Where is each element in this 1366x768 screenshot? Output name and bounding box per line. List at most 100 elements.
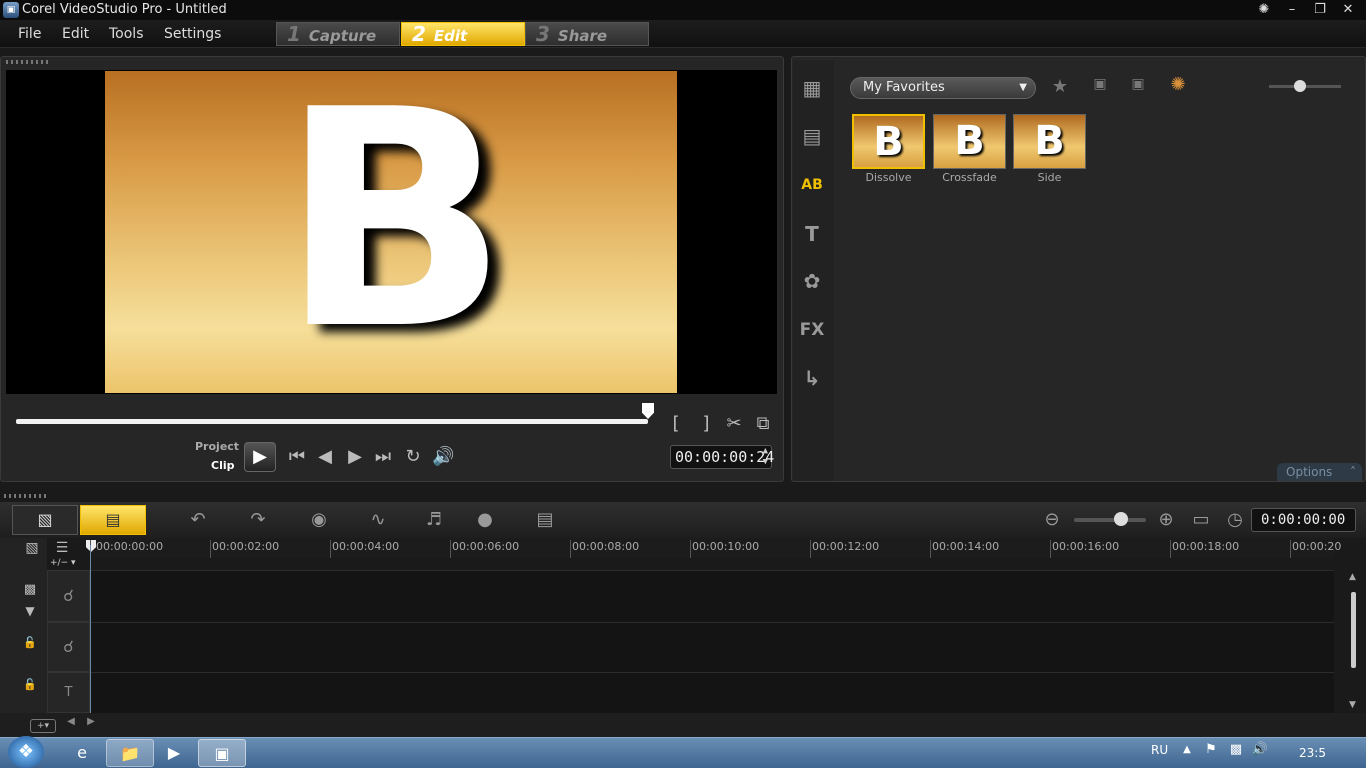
menu-edit[interactable]: Edit [62,20,89,48]
apply-current-icon[interactable]: ▣ [1124,76,1152,92]
overlay-track[interactable] [90,622,1334,672]
options-label: Options [1286,465,1333,479]
lock-icon[interactable]: 🔓 [18,636,42,649]
title-track[interactable] [90,672,1334,713]
timecode-spinner-icon[interactable]: ▲ ▼ [763,446,768,468]
menu-settings[interactable]: Settings [164,20,221,48]
ripple-dropdown-icon[interactable]: ▼ [18,604,42,618]
ripple-editing-icon[interactable]: ▩ [18,582,42,597]
language-indicator[interactable]: RU [1151,743,1168,757]
restore-button[interactable]: ❐ [1306,0,1334,20]
apply-random-icon[interactable]: ▣ [1086,76,1114,92]
minimize-button[interactable]: – [1278,0,1306,20]
ruler-tick [210,540,211,558]
home-icon[interactable]: ⏮ [286,446,308,467]
thumbnail-size-thumb[interactable] [1294,80,1306,92]
start-button[interactable]: ❖ [8,736,44,768]
motion-tracking-icon[interactable]: ● [469,505,501,535]
library-folder-select[interactable]: My Favorites ▼ [850,77,1036,99]
help-icon[interactable]: ✺ [1250,0,1278,20]
scroll-up-icon[interactable]: ▲ [1349,572,1356,582]
scroll-right-icon[interactable]: ▶ [84,716,98,727]
transition-thumb-crossfade[interactable]: B [933,114,1006,169]
instant-project-icon[interactable]: ▤ [798,122,826,150]
timecode-value: 00:00:00:24 [675,448,775,466]
enlarge-preview-icon[interactable]: ⧉ [752,413,774,434]
add-track-icon[interactable]: +▾ [30,719,56,733]
overlay-track-icon[interactable]: ☌ [47,622,90,672]
previous-frame-icon[interactable]: ◀ [314,446,336,467]
ruler-label: 00:00:06:00 [452,540,520,553]
browser-icon[interactable]: e [58,739,106,767]
network-icon[interactable]: ▩ [1226,742,1246,757]
fit-project-icon[interactable]: ▭ [1185,505,1217,535]
sound-mixer-icon[interactable]: ∿ [362,505,394,535]
panel-grip[interactable] [6,60,50,64]
video-track-icon[interactable]: ☌ [47,570,90,622]
mark-in-icon[interactable]: [ [668,413,684,434]
explorer-icon[interactable]: 📁 [106,739,154,767]
tray-expand-icon[interactable]: ▲ [1180,744,1194,755]
undo-icon[interactable]: ↶ [182,505,214,535]
close-button[interactable]: ✕ [1334,0,1362,20]
subtitle-editor-icon[interactable]: ▤ [529,505,561,535]
add-track-button[interactable]: +/− ▾ [50,558,76,568]
timeline-timecode[interactable]: 0:00:00:00 [1251,508,1356,532]
timeline-bottom-bar [0,713,1366,737]
mode-project-label[interactable]: Project [195,440,239,453]
scroll-left-icon[interactable]: ◀ [64,716,78,727]
panel-grip[interactable] [4,494,48,498]
track-manager-icon[interactable]: ▧ [20,540,44,556]
auto-music-icon[interactable]: ♬ [418,505,450,535]
timeline-view-button[interactable]: ▤ [80,505,146,535]
filter-icon[interactable]: FX [798,316,826,344]
transition-icon[interactable]: AB [798,171,826,199]
scroll-down-icon[interactable]: ▼ [1349,700,1356,710]
options-button[interactable]: Options ˄ [1277,463,1362,481]
preview-timecode[interactable]: 00:00:00:24 ▲ ▼ [670,445,775,469]
tab-share[interactable]: 3 Share [525,22,649,46]
scrub-bar[interactable] [16,419,648,424]
scrollbar-thumb[interactable] [1351,592,1356,668]
zoom-thumb[interactable] [1114,512,1128,526]
videostudio-taskbar-icon[interactable]: ▣ [198,739,246,767]
zoom-out-icon[interactable]: ⊖ [1036,505,1068,535]
tab-capture[interactable]: 1 Capture [276,22,400,46]
next-frame-icon[interactable]: ▶ [344,446,366,467]
repeat-icon[interactable]: ↻ [402,446,424,467]
ruler-label: 00:00:14:00 [932,540,1000,553]
get-more-icon[interactable]: ✺ [1164,74,1192,95]
record-capture-icon[interactable]: ◉ [303,505,335,535]
title-track-icon[interactable]: T [47,672,90,713]
video-track[interactable] [90,570,1334,622]
chapter-list-icon[interactable]: ☰ [50,540,74,556]
zoom-slider[interactable] [1074,518,1146,522]
end-icon[interactable]: ⏭ [372,446,394,467]
tab-edit[interactable]: 2 Edit [401,22,525,46]
media-icon[interactable]: ▦ [798,74,826,102]
media-player-icon[interactable]: ▶ [150,739,198,767]
storyboard-view-button[interactable]: ▧ [12,505,78,535]
split-clip-icon[interactable]: ✂ [724,413,744,434]
transition-thumb-side[interactable]: B [1013,114,1086,169]
mark-out-icon[interactable]: ] [698,413,714,434]
redo-icon[interactable]: ↷ [242,505,274,535]
graphic-icon[interactable]: ✿ [798,267,826,295]
window-title: Corel VideoStudio Pro - Untitled [22,2,227,17]
menu-tools[interactable]: Tools [109,20,144,48]
title-icon[interactable]: T [798,220,826,248]
volume-icon[interactable]: 🔊 [432,446,454,467]
menu-file[interactable]: File [18,20,41,48]
timeline-vertical-scrollbar[interactable]: ▲ ▼ [1344,570,1364,713]
zoom-in-icon[interactable]: ⊕ [1150,505,1182,535]
lock-icon[interactable]: 🔓 [18,678,42,691]
clock[interactable]: 23:5 [1299,746,1326,760]
add-to-favorites-icon[interactable]: ★ [1046,76,1074,97]
speaker-icon[interactable]: 🔊 [1250,742,1270,757]
ruler-label: 00:00:12:00 [812,540,880,553]
mode-clip-label[interactable]: Clip [211,459,235,472]
play-button[interactable]: ▶ [244,442,276,472]
path-icon[interactable]: ↳ [798,364,826,392]
transition-thumb-dissolve[interactable]: B [852,114,925,169]
action-center-icon[interactable]: ⚑ [1202,742,1220,757]
